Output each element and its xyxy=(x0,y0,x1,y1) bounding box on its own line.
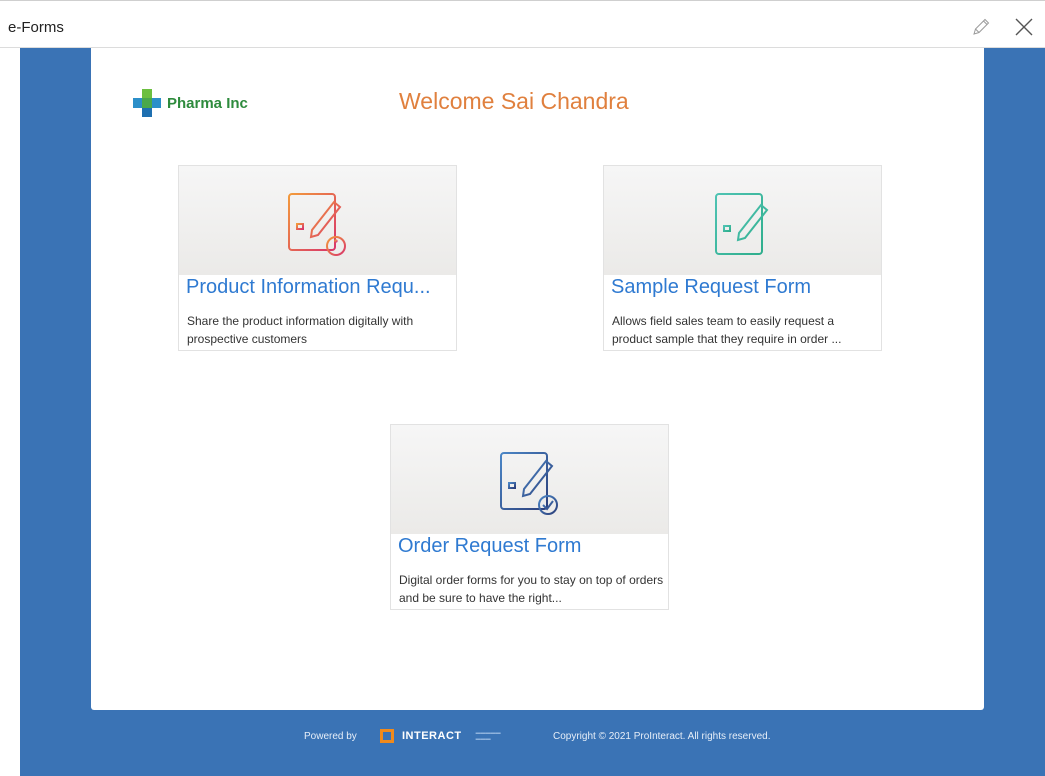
card-order-request[interactable]: Order Request Form Digital order forms f… xyxy=(390,424,669,610)
card-title[interactable]: Product Information Requ... xyxy=(186,276,431,299)
main-panel: Pharma Inc Welcome Sai Chandra Product I… xyxy=(91,48,984,710)
company-logo: Pharma Inc xyxy=(131,88,248,118)
pencil-icon[interactable] xyxy=(970,16,992,38)
card-sample-request[interactable]: Sample Request Form Allows field sales t… xyxy=(603,165,882,351)
copyright-text: Copyright © 2021 ProInteract. All rights… xyxy=(553,731,771,742)
window-title: e-Forms xyxy=(8,19,64,36)
card-image xyxy=(391,425,668,534)
welcome-heading: Welcome Sai Chandra xyxy=(399,88,629,114)
footer: Powered by INTERACT ▬▬▬▬▬ ▬▬▬ Copyright ©… xyxy=(0,725,1045,749)
card-description: Allows field sales team to easily reques… xyxy=(612,314,842,346)
powered-by-label: Powered by xyxy=(304,731,357,742)
form-check-icon xyxy=(499,452,558,515)
card-image xyxy=(179,166,456,275)
card-description: Digital order forms for you to stay on t… xyxy=(399,573,664,605)
logo-text: Pharma Inc xyxy=(167,94,248,112)
close-icon[interactable] xyxy=(1012,15,1036,39)
card-description: Share the product information digitally … xyxy=(187,314,414,346)
window-titlebar: e-Forms xyxy=(0,0,1045,48)
form-edit-icon xyxy=(714,193,768,255)
interact-logo: INTERACT ▬▬▬▬▬ ▬▬▬ xyxy=(380,725,524,747)
card-product-information[interactable]: Product Information Requ... Share the pr… xyxy=(178,165,457,351)
brand-tagline-graphic: ▬▬▬▬▬ ▬▬▬ xyxy=(475,730,501,742)
interact-logo-icon xyxy=(380,729,394,743)
card-image xyxy=(604,166,881,275)
card-title[interactable]: Order Request Form xyxy=(398,535,581,558)
form-info-icon xyxy=(287,193,346,256)
pharma-logo-icon xyxy=(133,89,161,117)
card-title[interactable]: Sample Request Form xyxy=(611,276,811,299)
brand-name: INTERACT xyxy=(402,730,462,742)
